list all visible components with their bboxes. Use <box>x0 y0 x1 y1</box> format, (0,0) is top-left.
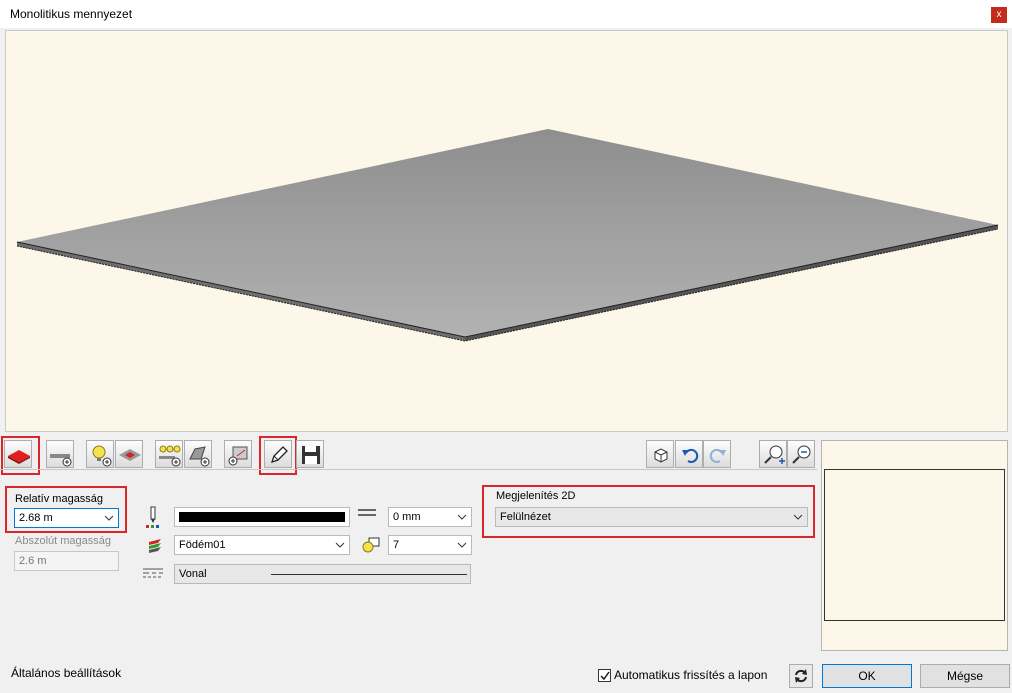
light-add-icon <box>92 445 112 467</box>
linetype-value: Vonal <box>179 568 207 580</box>
slab-top-face <box>17 129 998 337</box>
light-add-button[interactable] <box>86 440 114 468</box>
chevron-down-icon <box>793 514 803 520</box>
add-layer-button[interactable] <box>46 440 74 468</box>
layer-value: Födém01 <box>179 539 226 551</box>
edit-shape-button[interactable] <box>184 440 212 468</box>
preview-frame <box>824 469 1005 621</box>
material-icon <box>119 449 141 461</box>
general-settings-label: Általános beállítások <box>11 666 122 680</box>
material-button[interactable] <box>115 440 143 468</box>
refresh-button[interactable] <box>789 664 813 688</box>
auto-refresh-label[interactable]: Automatikus frissítés a lapon <box>614 668 767 682</box>
chevron-down-icon <box>104 515 114 521</box>
edit-shape-icon <box>189 446 210 467</box>
redo-icon <box>709 448 726 463</box>
zoom-out-icon <box>792 445 811 464</box>
zoom-out-button[interactable] <box>787 440 815 468</box>
cancel-button[interactable]: Mégse <box>920 664 1010 688</box>
lights-array-icon <box>159 445 181 467</box>
zoom-in-icon <box>764 445 785 464</box>
add-layer-icon <box>50 454 72 467</box>
add-opening-button[interactable] <box>224 440 252 468</box>
view-3d-button[interactable] <box>646 440 674 468</box>
checkmark-icon <box>600 671 610 681</box>
save-button[interactable] <box>296 440 324 468</box>
save-icon <box>302 446 320 464</box>
relative-height-value: 2.68 m <box>19 512 53 524</box>
toolbar-divider <box>0 469 817 470</box>
line-thickness-combo[interactable]: 0 mm <box>388 507 472 527</box>
ok-button[interactable]: OK <box>822 664 912 688</box>
pen-color-icon <box>146 506 159 528</box>
absolute-height-label: Abszolút magasság <box>15 535 111 547</box>
display-2d-label: Megjelenítés 2D <box>496 490 576 502</box>
undo-button[interactable] <box>675 440 703 468</box>
chevron-down-icon <box>457 514 467 520</box>
pen-number-icon <box>362 537 380 553</box>
add-opening-icon <box>228 446 248 466</box>
pen-color-field[interactable] <box>174 507 350 527</box>
zoom-in-button[interactable] <box>759 440 787 468</box>
auto-refresh-checkbox[interactable] <box>598 669 611 682</box>
slab-preview-3d <box>16 129 999 342</box>
layer-combo[interactable]: Födém01 <box>174 535 350 555</box>
chevron-down-icon <box>457 542 467 548</box>
relative-height-label: Relatív magasság <box>15 493 104 505</box>
pen-number-combo[interactable]: 7 <box>388 535 472 555</box>
relative-height-combo[interactable]: 2.68 m <box>14 508 119 528</box>
cube-icon <box>654 448 668 463</box>
display-2d-combo[interactable]: Felülnézet <box>495 507 808 527</box>
title-bar <box>0 0 1012 28</box>
3d-viewport[interactable] <box>5 30 1008 432</box>
display-2d-value: Felülnézet <box>500 511 551 523</box>
chevron-down-icon <box>335 542 345 548</box>
window-title: Monolitikus mennyezet <box>10 7 133 21</box>
layer-icon <box>149 539 161 553</box>
refresh-icon <box>795 669 807 683</box>
absolute-height-field: 2.6 m <box>14 551 119 571</box>
line-thickness-icon <box>358 509 376 516</box>
pen-color-swatch <box>179 512 345 522</box>
linetype-preview-line <box>271 574 467 575</box>
linetype-icon <box>143 568 163 578</box>
linetype-combo[interactable]: Vonal <box>174 564 471 584</box>
undo-icon <box>682 448 699 463</box>
close-button[interactable]: x <box>991 7 1007 23</box>
line-thickness-value: 0 mm <box>393 511 421 523</box>
pen-number-value: 7 <box>393 539 400 551</box>
lights-array-button[interactable] <box>155 440 183 468</box>
redo-button[interactable] <box>703 440 731 468</box>
